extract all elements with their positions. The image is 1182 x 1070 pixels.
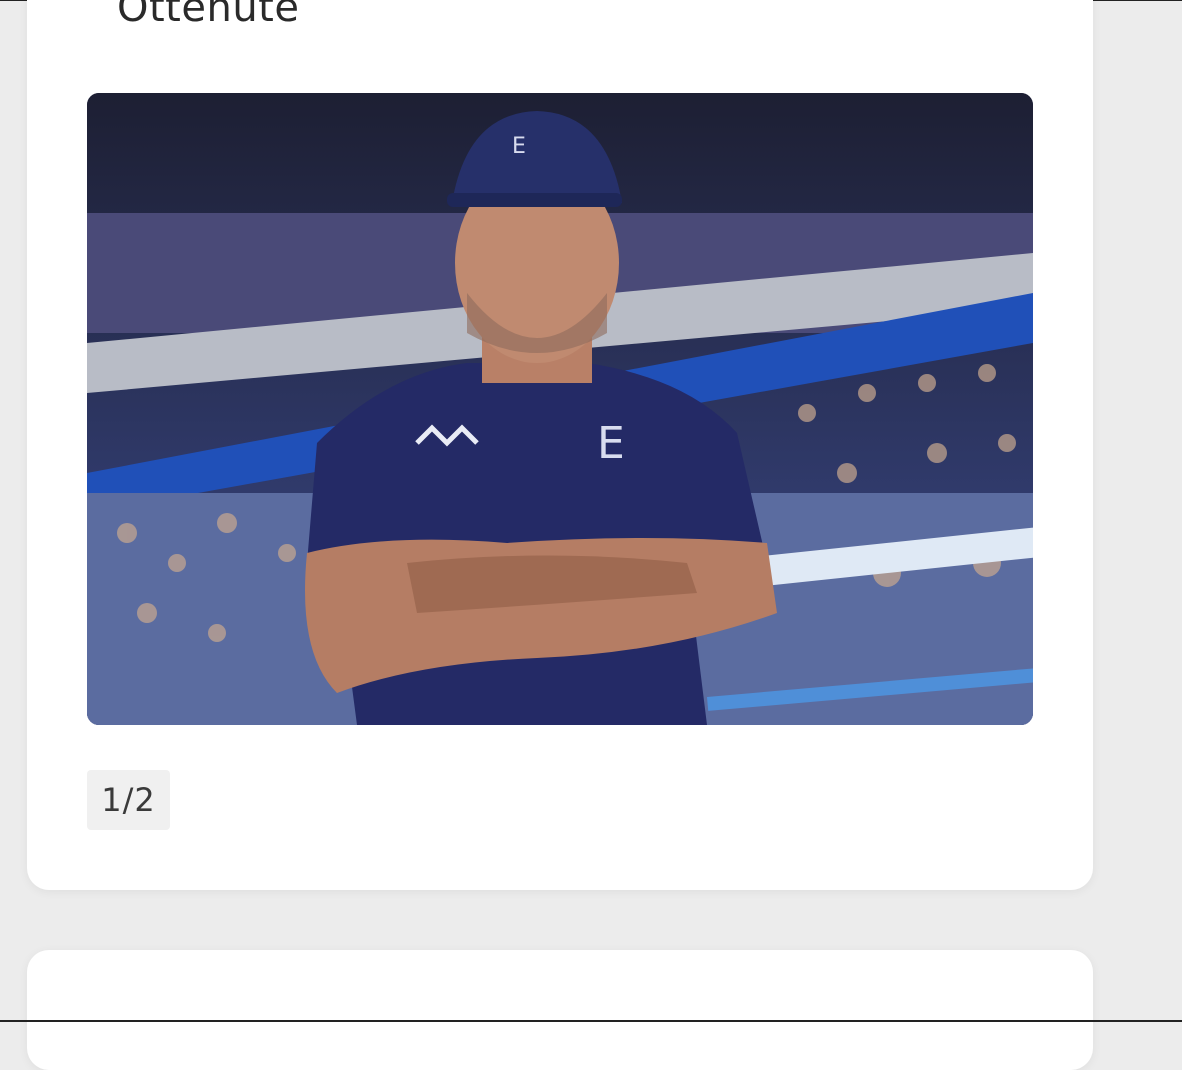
- article-heading: Ottenute: [117, 0, 300, 31]
- gallery-image[interactable]: E E: [87, 93, 1033, 725]
- gallery-counter: 1/2: [87, 770, 170, 830]
- next-card: [27, 950, 1093, 1070]
- svg-text:E: E: [597, 418, 625, 469]
- article-card: Ottenute E E 1/2: [27, 0, 1093, 890]
- svg-text:E: E: [512, 134, 526, 159]
